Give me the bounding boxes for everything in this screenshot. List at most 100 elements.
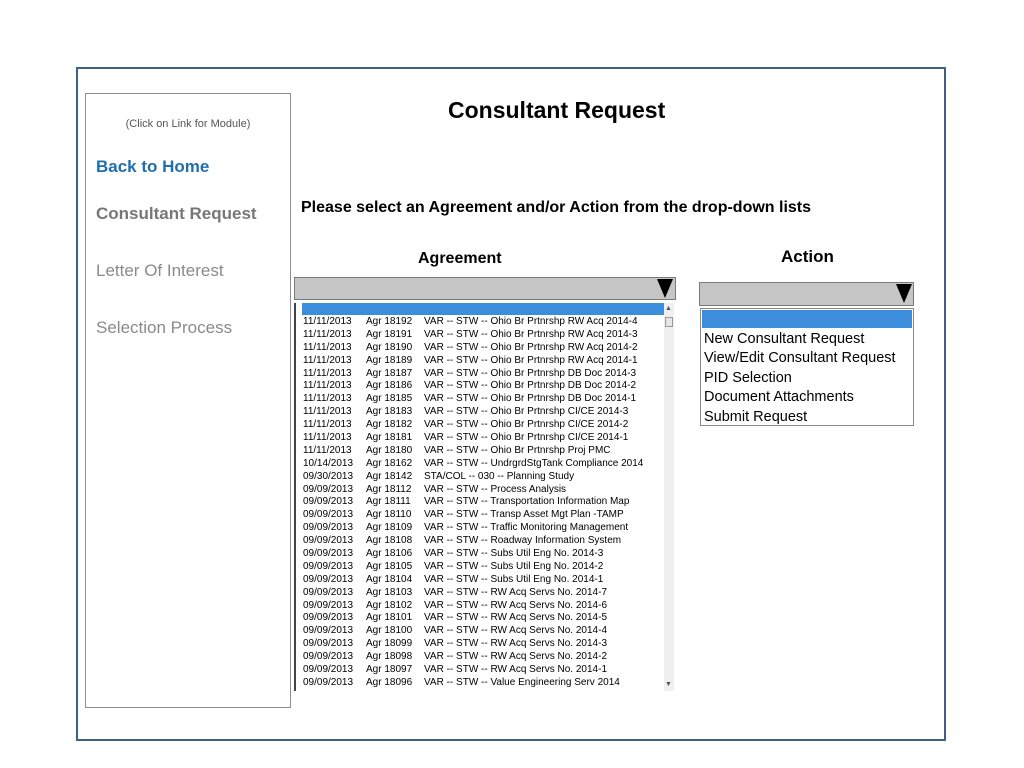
- action-option[interactable]: View/Edit Consultant Request: [704, 349, 896, 368]
- action-option[interactable]: New Consultant Request: [704, 330, 896, 349]
- agreement-option[interactable]: 09/30/2013 Agr 18142 STA/COL -- 030 -- Pla…: [303, 471, 665, 484]
- agreement-option[interactable]: 09/09/2013 Agr 18102 VAR -- STW -- RW Acq …: [303, 600, 665, 613]
- instruction-text: Please select an Agreement and/or Action…: [301, 199, 812, 216]
- option-description: VAR -- STW -- Ohio Br Prtnrshp DB Doc 20…: [424, 393, 637, 405]
- sidebar-item-letter-of-interest[interactable]: Letter Of Interest: [96, 261, 224, 281]
- agreement-option[interactable]: 11/11/2013 Agr 18191 VAR -- STW -- Ohio Br…: [303, 329, 665, 342]
- option-agreement-number: Agr 18102: [366, 599, 413, 611]
- option-agreement-number: Agr 18192: [366, 316, 413, 327]
- agreement-option[interactable]: 11/11/2013 Agr 18189 VAR -- STW -- Ohio Br…: [303, 355, 665, 368]
- option-date: 11/11/2013: [303, 444, 352, 456]
- agreement-option[interactable]: 11/11/2013 Agr 18190 VAR -- STW -- Ohio Br…: [303, 342, 665, 355]
- option-date: 09/09/2013: [303, 612, 354, 624]
- option-date: 10/14/2013: [303, 457, 354, 469]
- option-agreement-number: Agr 18104: [366, 573, 413, 585]
- sidebar-item-consultant-request[interactable]: Consultant Request: [96, 204, 257, 224]
- sidebar-item-back-to-home[interactable]: Back to Home: [96, 157, 209, 177]
- agreement-option[interactable]: 09/09/2013 Agr 18101 VAR -- STW -- RW Acq …: [303, 612, 665, 625]
- sidebar: (Click on Link for Module) Back to Home …: [85, 93, 291, 708]
- option-description: VAR -- STW -- UndrgrdStgTank Compliance …: [424, 457, 644, 469]
- chevron-down-icon[interactable]: [657, 279, 673, 298]
- agreement-option[interactable]: 09/09/2013 Agr 18105 VAR -- STW -- Subs Ut…: [303, 561, 665, 574]
- agreement-label: Agreement: [418, 250, 502, 267]
- option-agreement-number: Agr 18108: [366, 535, 413, 547]
- agreement-dropdown[interactable]: [294, 277, 676, 300]
- agreement-option[interactable]: 11/11/2013 Agr 18183 VAR -- STW -- Ohio Br…: [303, 406, 665, 419]
- scroll-thumb[interactable]: [665, 317, 673, 327]
- sidebar-item-selection-process[interactable]: Selection Process: [96, 318, 232, 338]
- option-date: 09/09/2013: [303, 664, 354, 676]
- agreement-option[interactable]: 11/11/2013 Agr 18180 VAR -- STW -- Ohio Br…: [303, 445, 665, 458]
- agreement-option[interactable]: 09/09/2013 Agr 18112 VAR -- STW -- Process…: [303, 484, 665, 497]
- option-agreement-number: Agr 18142: [366, 470, 413, 482]
- option-date: 09/09/2013: [303, 599, 354, 611]
- option-description: VAR -- STW -- Roadway Information System: [424, 535, 622, 547]
- option-description: VAR -- STW -- RW Acq Servs No. 2014-1: [424, 664, 608, 676]
- agreement-option[interactable]: 11/11/2013 Agr 18185 VAR -- STW -- Ohio Br…: [303, 393, 665, 406]
- scroll-down-icon[interactable]: ▼: [665, 681, 672, 689]
- option-description: VAR -- STW -- RW Acq Servs No. 2014-6: [424, 599, 608, 611]
- agreement-option[interactable]: 09/09/2013 Agr 18108 VAR -- STW -- Roadway…: [303, 535, 665, 548]
- option-description: VAR -- STW -- Ohio Br Prtnrshp DB Doc 20…: [424, 380, 637, 392]
- agreement-option[interactable]: 09/09/2013 Agr 18100 VAR -- STW -- RW Acq …: [303, 625, 665, 638]
- option-agreement-number: Agr 18099: [366, 638, 413, 650]
- option-date: 09/09/2013: [303, 509, 354, 521]
- option-date: 11/11/2013: [303, 432, 352, 444]
- option-agreement-number: Agr 18106: [366, 548, 413, 560]
- agreement-option[interactable]: 11/11/2013 Agr 18192 VAR -- STW -- Ohio Br…: [303, 316, 665, 329]
- action-option[interactable]: Document Attachments: [704, 388, 896, 407]
- agreement-option[interactable]: 09/09/2013 Agr 18110 VAR -- STW -- Transp …: [303, 509, 665, 522]
- option-description: VAR -- STW -- Value Engineering Serv 201…: [424, 676, 620, 688]
- agreement-option[interactable]: 09/09/2013 Agr 18103 VAR -- STW -- RW Acq …: [303, 587, 665, 600]
- agreement-option[interactable]: 09/09/2013 Agr 18099 VAR -- STW -- RW Acq …: [303, 638, 665, 651]
- option-date: 11/11/2013: [303, 393, 352, 405]
- option-date: 09/09/2013: [303, 560, 354, 572]
- option-description: VAR -- STW -- RW Acq Servs No. 2014-3: [424, 638, 608, 650]
- agreement-option[interactable]: 09/09/2013 Agr 18111 VAR -- STW -- Transpo…: [303, 496, 665, 509]
- agreement-scrollbar[interactable]: ▲ ▼: [664, 303, 674, 691]
- option-date: 09/09/2013: [303, 573, 354, 585]
- option-description: STA/COL -- 030 -- Planning Study: [424, 470, 575, 482]
- option-agreement-number: Agr 18111: [366, 496, 411, 508]
- option-description: VAR -- STW -- RW Acq Servs No. 2014-7: [424, 586, 608, 598]
- option-agreement-number: Agr 18100: [366, 625, 413, 637]
- option-agreement-number: Agr 18098: [366, 651, 413, 663]
- agreement-option[interactable]: 09/09/2013 Agr 18106 VAR -- STW -- Subs Ut…: [303, 548, 665, 561]
- option-agreement-number: Agr 18162: [366, 457, 413, 469]
- option-description: VAR -- STW -- Subs Util Eng No. 2014-2: [424, 560, 604, 572]
- option-agreement-number: Agr 18101: [366, 612, 413, 624]
- action-label: Action: [781, 247, 834, 266]
- option-date: 09/30/2013: [303, 470, 354, 482]
- chevron-down-icon[interactable]: [896, 284, 912, 303]
- option-description: VAR -- STW -- Ohio Br Prtnrshp RW Acq 20…: [424, 354, 638, 366]
- option-description: VAR -- STW -- Process Analysis: [424, 483, 567, 495]
- option-agreement-number: Agr 18186: [366, 380, 413, 392]
- agreement-option[interactable]: 11/11/2013 Agr 18187 VAR -- STW -- Ohio Br…: [303, 368, 665, 381]
- action-option[interactable]: PID Selection: [704, 369, 896, 388]
- agreement-highlighted-option[interactable]: [302, 303, 664, 315]
- option-description: VAR -- STW -- Ohio Br Prtnrshp CI/CE 201…: [424, 419, 629, 431]
- action-dropdown[interactable]: [699, 282, 914, 306]
- action-option[interactable]: Submit Request: [704, 408, 896, 427]
- agreement-option[interactable]: 09/09/2013 Agr 18096 VAR -- STW -- Value E…: [303, 677, 665, 690]
- option-description: VAR -- STW -- Ohio Br Prtnrshp RW Acq 20…: [424, 316, 638, 327]
- option-agreement-number: Agr 18191: [366, 328, 413, 340]
- agreement-options-list[interactable]: 11/11/2013 Agr 18192 VAR -- STW -- Ohio Br…: [294, 303, 676, 691]
- action-highlighted-option[interactable]: [702, 310, 912, 328]
- agreement-option[interactable]: 11/11/2013 Agr 18186 VAR -- STW -- Ohio Br…: [303, 380, 665, 393]
- agreement-option[interactable]: 09/09/2013 Agr 18098 VAR -- STW -- RW Acq …: [303, 651, 665, 664]
- option-description: VAR -- STW -- Ohio Br Prtnrshp Proj PMC: [424, 444, 611, 456]
- option-description: VAR -- STW -- Subs Util Eng No. 2014-1: [424, 573, 604, 585]
- agreement-option[interactable]: 09/09/2013 Agr 18109 VAR -- STW -- Traffic…: [303, 522, 665, 535]
- option-agreement-number: Agr 18189: [366, 354, 413, 366]
- action-options-list[interactable]: New Consultant Request View/Edit Consulta…: [700, 308, 914, 426]
- option-date: 09/09/2013: [303, 586, 354, 598]
- scroll-up-icon[interactable]: ▲: [665, 305, 672, 313]
- agreement-option[interactable]: 11/11/2013 Agr 18182 VAR -- STW -- Ohio Br…: [303, 419, 665, 432]
- option-description: VAR -- STW -- RW Acq Servs No. 2014-2: [424, 651, 608, 663]
- agreement-option[interactable]: 11/11/2013 Agr 18181 VAR -- STW -- Ohio Br…: [303, 432, 665, 445]
- sidebar-hint: (Click on Link for Module): [125, 118, 251, 130]
- agreement-option[interactable]: 09/09/2013 Agr 18097 VAR -- STW -- RW Acq …: [303, 664, 665, 677]
- agreement-option[interactable]: 10/14/2013 Agr 18162 VAR -- STW -- Undrgrd…: [303, 458, 665, 471]
- agreement-option[interactable]: 09/09/2013 Agr 18104 VAR -- STW -- Subs Ut…: [303, 574, 665, 587]
